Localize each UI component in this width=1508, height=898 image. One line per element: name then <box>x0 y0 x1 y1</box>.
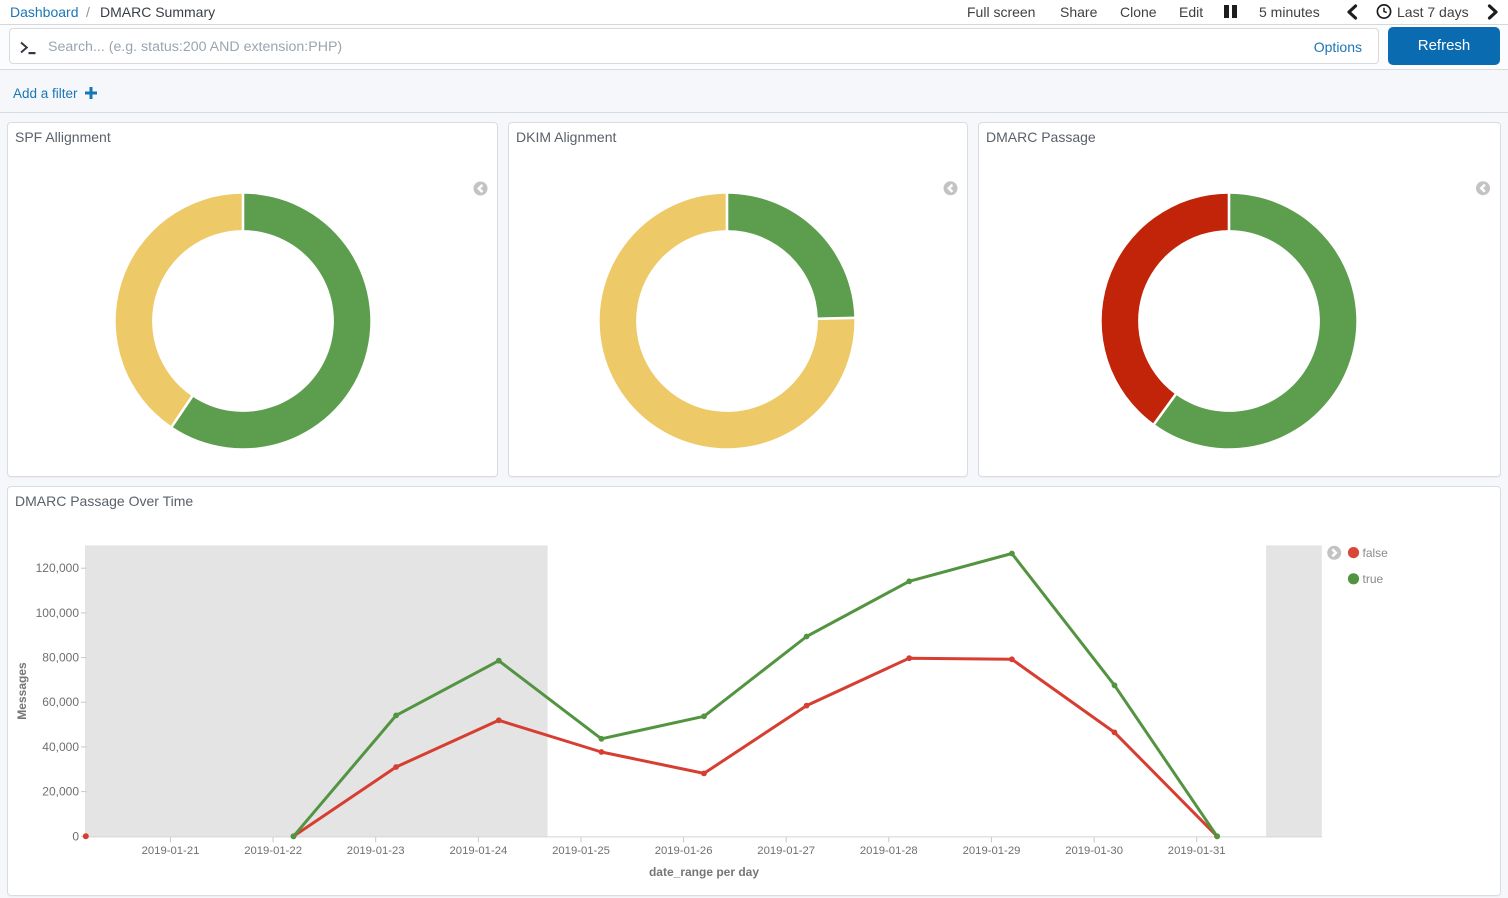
svg-text:40,000: 40,000 <box>42 740 79 754</box>
svg-text:80,000: 80,000 <box>42 651 79 665</box>
svg-text:60,000: 60,000 <box>42 695 79 709</box>
svg-text:20,000: 20,000 <box>42 785 79 799</box>
svg-text:Messages: Messages <box>15 662 29 720</box>
svg-text:2019-01-23: 2019-01-23 <box>347 845 405 857</box>
svg-text:2019-01-28: 2019-01-28 <box>860 845 918 857</box>
svg-text:2019-01-31: 2019-01-31 <box>1168 845 1226 857</box>
svg-text:date_range per day: date_range per day <box>649 865 759 879</box>
svg-text:2019-01-30: 2019-01-30 <box>1065 845 1123 857</box>
svg-text:2019-01-25: 2019-01-25 <box>552 845 610 857</box>
svg-text:true: true <box>1363 572 1384 586</box>
svg-text:2019-01-26: 2019-01-26 <box>655 845 713 857</box>
svg-text:100,000: 100,000 <box>36 606 80 620</box>
svg-text:0: 0 <box>72 829 79 843</box>
svg-text:2019-01-21: 2019-01-21 <box>142 845 200 857</box>
svg-text:2019-01-24: 2019-01-24 <box>450 845 508 857</box>
svg-text:2019-01-22: 2019-01-22 <box>244 845 302 857</box>
svg-text:2019-01-27: 2019-01-27 <box>757 845 815 857</box>
svg-text:120,000: 120,000 <box>36 561 80 575</box>
svg-text:false: false <box>1363 546 1389 560</box>
svg-text:2019-01-29: 2019-01-29 <box>963 845 1021 857</box>
